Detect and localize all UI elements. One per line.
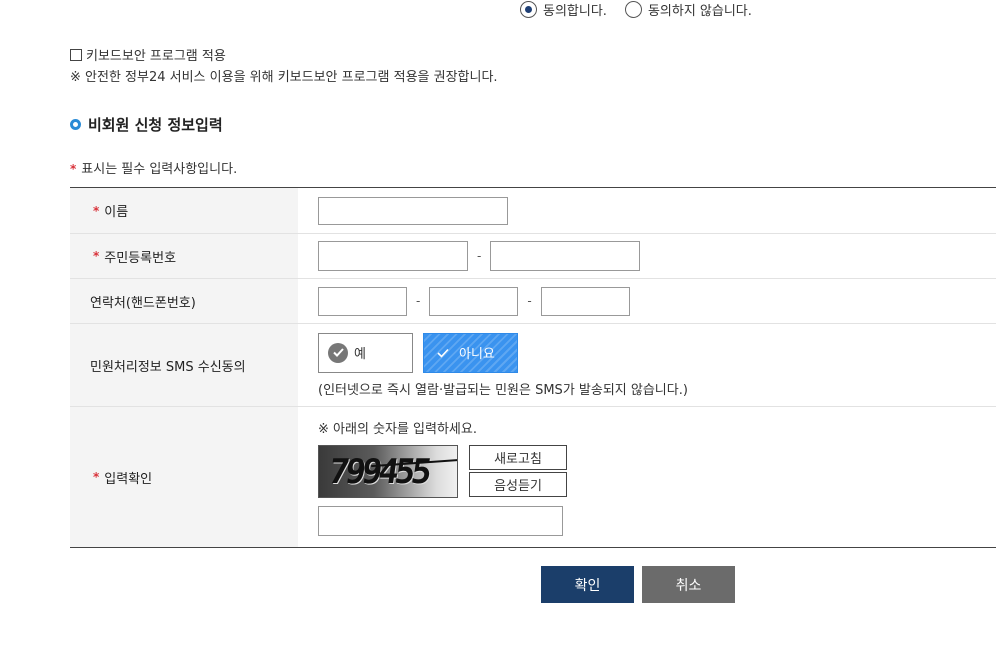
phone-dash-2: - (527, 294, 532, 308)
phone-header: 연락처(핸드폰번호) (70, 279, 298, 323)
row-rrn: * 주민등록번호 - (70, 234, 996, 279)
required-star-icon: * (93, 470, 100, 484)
required-note-text: 표시는 필수 입력사항입니다. (81, 162, 238, 177)
phone-part3-input[interactable] (540, 286, 630, 316)
phone-dash-1: - (416, 294, 421, 308)
required-star-icon: * (70, 162, 77, 176)
sms-yes-button[interactable]: 예 (318, 332, 413, 373)
captcha-refresh-button[interactable]: 새로고침 (469, 445, 567, 470)
phone-part2-input[interactable] (429, 286, 519, 316)
sms-yes-label: 예 (354, 347, 366, 362)
name-cell (298, 188, 996, 233)
captcha-instruction: ※ 아래의 숫자를 입력하세요. (318, 422, 477, 437)
sms-no-label: 아니요 (459, 347, 495, 362)
sms-options: 예 아니요 (318, 332, 518, 373)
check-icon (433, 343, 453, 363)
keyboard-security-option: 키보드보안 프로그램 적용 (70, 45, 226, 64)
cancel-button[interactable]: 취소 (642, 566, 735, 603)
sms-header: 민원처리정보 SMS 수신동의 (70, 324, 298, 406)
captcha-label: 입력확인 (104, 471, 153, 487)
agree-radio[interactable] (520, 1, 537, 18)
row-captcha: * 입력확인 ※ 아래의 숫자를 입력하세요. 799455 새로고침 음성듣기 (70, 407, 996, 547)
captcha-input[interactable] (318, 506, 563, 536)
captcha-header: * 입력확인 (70, 407, 298, 547)
sms-no-button[interactable]: 아니요 (423, 332, 518, 373)
required-star-icon: * (93, 249, 100, 263)
keyboard-security-label: 키보드보안 프로그램 적용 (86, 49, 226, 64)
section-title-text: 비회원 신청 정보입력 (88, 116, 223, 134)
keyboard-security-notice: ※ 안전한 정부24 서비스 이용을 위해 키보드보안 프로그램 적용을 권장합… (70, 70, 498, 85)
phone-part1-input[interactable] (318, 286, 407, 316)
applicant-form-table: * 이름 * 주민등록번호 - 연락처(핸드폰번호) - - 민원처리정보 SM… (70, 187, 996, 548)
agree-label: 동의합니다. (543, 4, 607, 19)
rrn-label: 주민등록번호 (104, 250, 177, 266)
rrn-dash: - (477, 249, 482, 263)
sms-cell: 예 아니요 (인터넷으로 즉시 열람·발급되는 민원은 SMS가 발송되지 않습… (298, 324, 996, 406)
row-sms: 민원처리정보 SMS 수신동의 예 아니요 (인터넷으로 즉시 열람·발급되는 … (70, 324, 996, 407)
disagree-label: 동의하지 않습니다. (647, 4, 752, 19)
rrn-front-input[interactable] (318, 241, 468, 271)
captcha-controls: 새로고침 음성듣기 (469, 445, 567, 497)
rrn-header: * 주민등록번호 (70, 234, 298, 278)
phone-label: 연락처(핸드폰번호) (90, 295, 196, 311)
check-circle-icon (328, 342, 348, 363)
consent-group: 동의합니다. 동의하지 않습니다. (520, 0, 752, 19)
required-note: * 표시는 필수 입력사항입니다. (70, 158, 237, 177)
circle-bullet-icon (70, 119, 81, 130)
phone-cell: - - (298, 279, 996, 323)
sms-label: 민원처리정보 SMS 수신동의 (90, 359, 246, 375)
section-title: 비회원 신청 정보입력 (70, 114, 223, 135)
sms-note: (인터넷으로 즉시 열람·발급되는 민원은 SMS가 발송되지 않습니다.) (318, 382, 688, 398)
disagree-radio[interactable] (624, 1, 642, 18)
name-header: * 이름 (70, 188, 298, 233)
row-phone: 연락처(핸드폰번호) - - (70, 279, 996, 324)
name-input[interactable] (318, 196, 508, 225)
captcha-audio-button[interactable]: 음성듣기 (469, 472, 567, 497)
captcha-cell: ※ 아래의 숫자를 입력하세요. 799455 새로고침 음성듣기 (298, 407, 996, 547)
rrn-cell: - (298, 234, 996, 278)
confirm-button[interactable]: 확인 (541, 566, 634, 603)
keyboard-security-checkbox[interactable] (70, 48, 82, 61)
name-label: 이름 (104, 205, 129, 220)
captcha-block: 799455 새로고침 음성듣기 (318, 445, 567, 498)
row-name: * 이름 (70, 188, 996, 234)
rrn-back-input[interactable] (490, 241, 641, 271)
required-star-icon: * (93, 203, 100, 218)
captcha-digits: 799455 (326, 452, 431, 492)
captcha-image: 799455 (318, 445, 458, 498)
